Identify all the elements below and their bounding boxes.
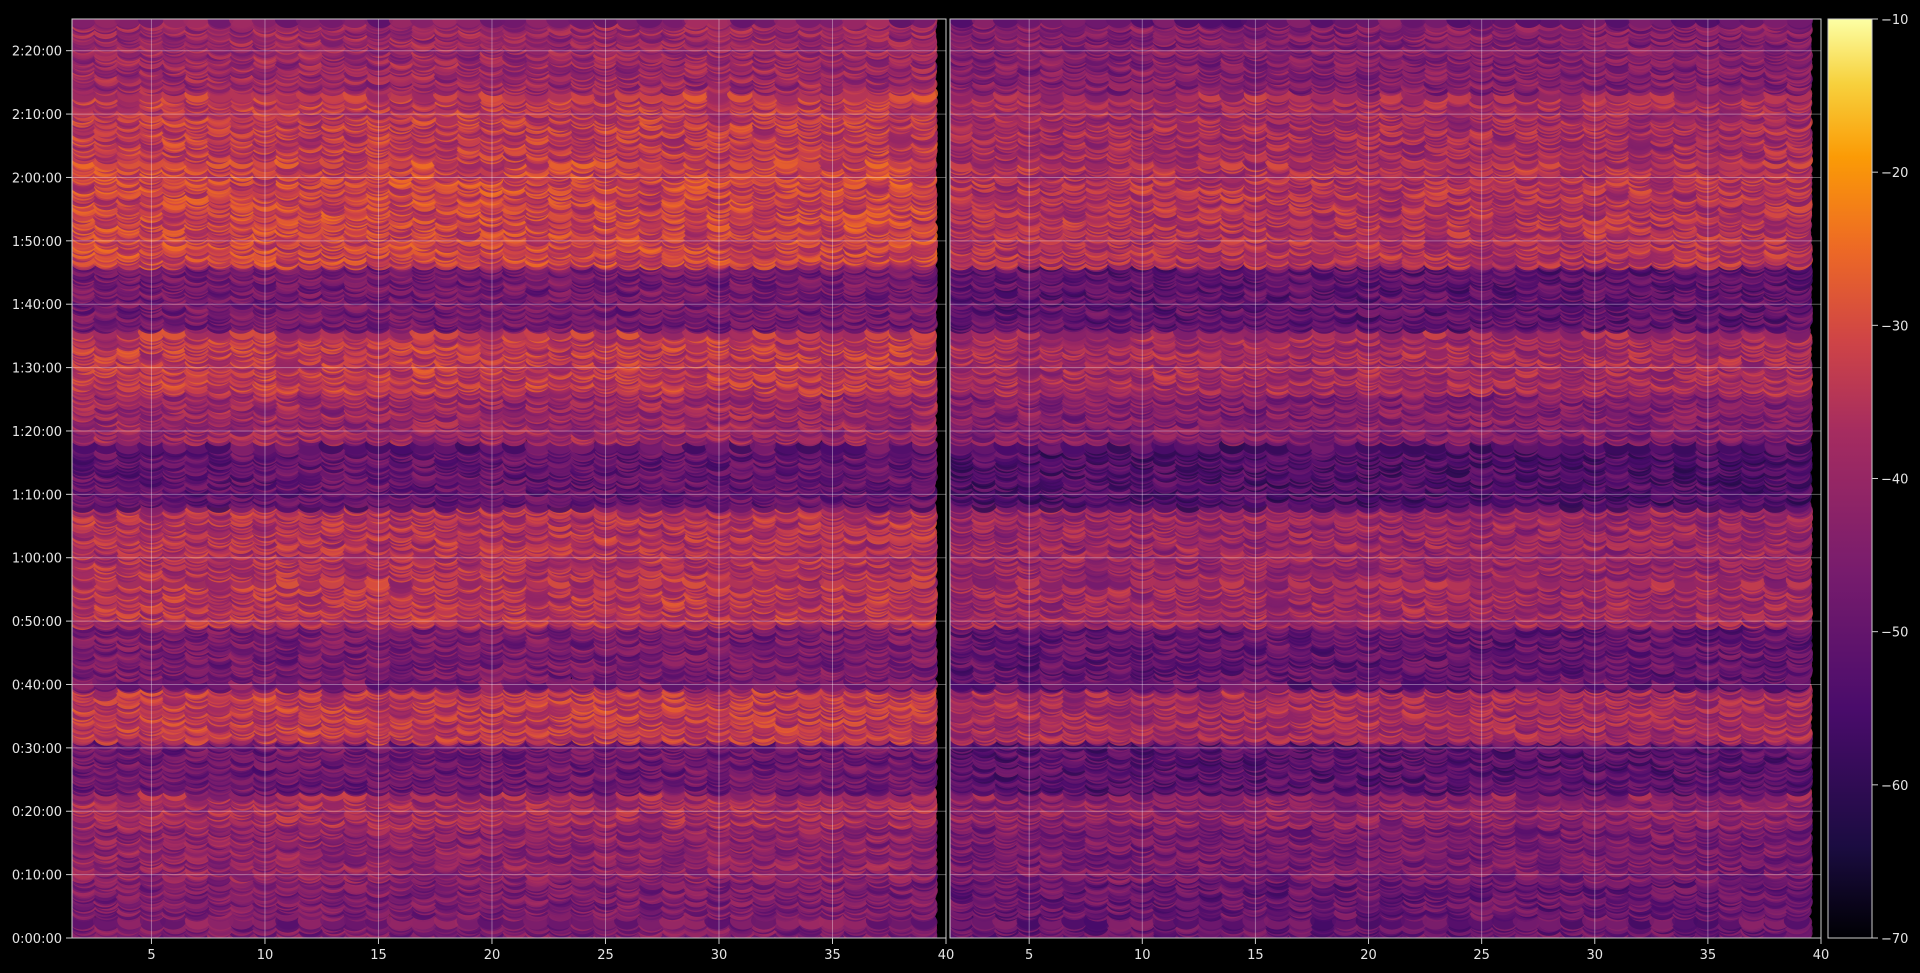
heatmap-panel-left bbox=[69, 10, 946, 947]
heatmap-cells bbox=[69, 10, 938, 947]
heatmap-chart: 0:00:000:10:000:20:000:30:000:40:000:50:… bbox=[0, 0, 1920, 973]
